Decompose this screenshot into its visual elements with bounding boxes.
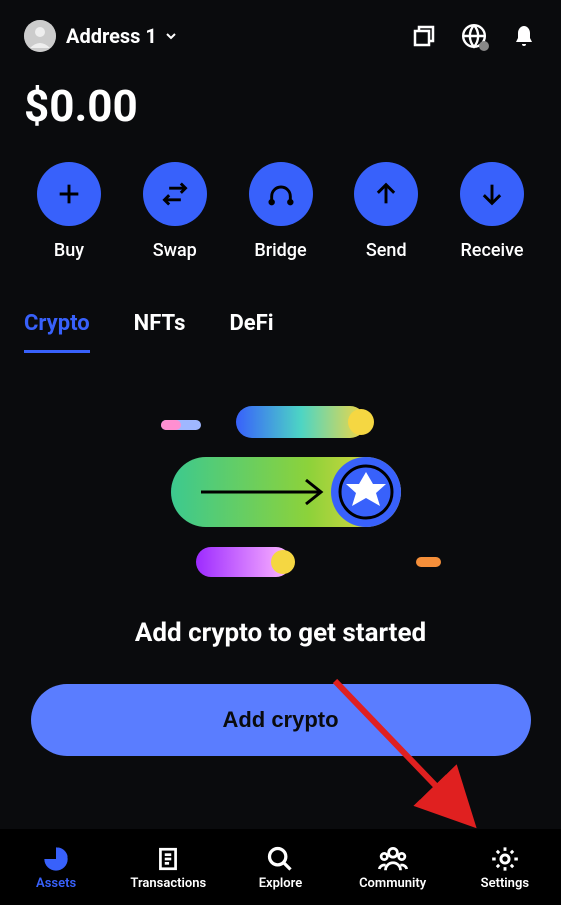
tab-nfts[interactable]: NFTs [134,311,186,353]
nav-label: Community [359,876,426,891]
action-label: Swap [153,240,197,261]
bell-icon[interactable] [511,23,537,49]
receive-button[interactable]: Receive [447,162,537,261]
bridge-button[interactable]: Bridge [236,162,326,261]
people-icon [378,844,408,874]
action-label: Buy [54,240,84,261]
tab-crypto[interactable]: Crypto [24,311,90,353]
network-status-dot [479,41,489,51]
action-label: Bridge [254,240,306,261]
nav-explore[interactable]: Explore [230,844,330,891]
bridge-icon [267,180,295,208]
asset-tabs: Crypto NFTs DeFi [24,311,537,354]
chevron-down-icon [163,28,179,44]
nav-community[interactable]: Community [343,844,443,891]
nav-label: Settings [481,876,529,891]
empty-title: Add crypto to get started [135,618,426,648]
arrow-down-icon [478,180,506,208]
nav-settings[interactable]: Settings [455,844,555,891]
gear-icon [490,844,520,874]
nav-label: Explore [259,876,303,891]
nav-label: Transactions [130,876,206,891]
pie-chart-icon [41,844,71,874]
avatar[interactable] [24,20,56,52]
tab-defi[interactable]: DeFi [229,311,273,353]
header: Address 1 [24,20,537,52]
nav-transactions[interactable]: Transactions [118,844,218,891]
copy-icon[interactable] [411,23,437,49]
header-right [411,23,537,49]
globe-icon[interactable] [461,23,487,49]
search-icon [265,844,295,874]
balance: $0.00 [24,80,537,132]
nav-assets[interactable]: Assets [6,844,106,891]
add-crypto-button[interactable]: Add crypto [31,684,531,756]
arrow-up-icon [372,180,400,208]
send-button[interactable]: Send [341,162,431,261]
document-icon [153,844,183,874]
account-name: Address 1 [66,24,157,48]
header-left: Address 1 [24,20,179,52]
illustration [121,402,441,582]
swap-button[interactable]: Swap [130,162,220,261]
account-picker[interactable]: Address 1 [66,24,179,48]
action-row: Buy Swap Bridge [24,162,537,261]
action-label: Send [366,240,407,261]
buy-button[interactable]: Buy [24,162,114,261]
swap-icon [161,180,189,208]
nav-label: Assets [36,876,76,891]
bottom-nav: Assets Transactions Explore [0,829,561,905]
action-label: Receive [460,240,523,261]
plus-icon [55,180,83,208]
